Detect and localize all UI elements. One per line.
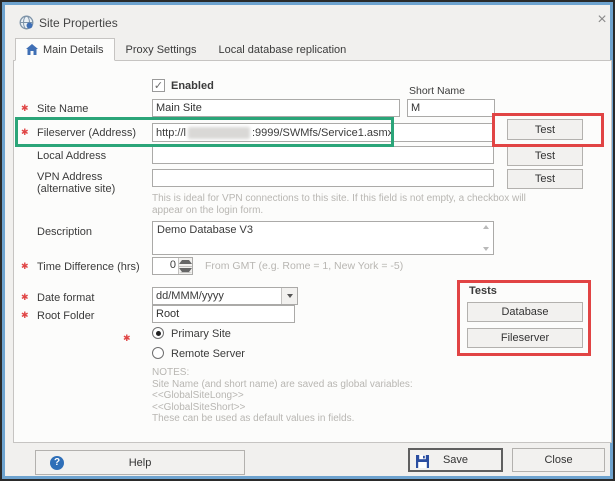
- date-format-select[interactable]: dd/MMM/yyyy: [152, 287, 298, 305]
- root-folder-label: Root Folder: [37, 310, 95, 322]
- notes-line: <<GlobalSiteLong>>: [152, 390, 244, 401]
- required-asterisk: ✱: [21, 261, 29, 271]
- site-properties-dialog: Site Properties × Main Details Proxy Set…: [2, 2, 613, 479]
- test-fileserver2-button[interactable]: Fileserver: [467, 328, 583, 348]
- scroll-up-icon[interactable]: [482, 225, 489, 229]
- dialog-title: Site Properties: [39, 16, 118, 30]
- fileserver-address-label: Fileserver (Address): [37, 127, 137, 139]
- tests-group-title: Tests: [469, 285, 497, 297]
- fileserver-address-input[interactable]: http://l :9999/SWMfs/Service1.asmx: [152, 123, 494, 142]
- combo-arrow-icon[interactable]: [281, 288, 297, 304]
- notes-text: NOTES: Site Name (and short name) are sa…: [152, 367, 413, 426]
- tab-main-details[interactable]: Main Details: [15, 38, 115, 61]
- tab-local-db-replication-label: Local database replication: [218, 43, 347, 56]
- test-fileserver-button[interactable]: Test: [507, 119, 583, 140]
- description-scrollbar[interactable]: [479, 223, 492, 253]
- time-difference-label: Time Difference (hrs): [37, 261, 140, 273]
- vpn-address-sublabel: (alternative site): [37, 183, 116, 195]
- tab-proxy-settings-label: Proxy Settings: [125, 43, 197, 56]
- local-address-input[interactable]: [152, 146, 494, 164]
- enabled-checkbox[interactable]: ✓: [152, 79, 165, 92]
- help-button-label: Help: [128, 456, 152, 469]
- required-asterisk: ✱: [21, 127, 29, 137]
- gmt-hint-text: From GMT (e.g. Rome = 1, New York = -5): [205, 260, 404, 272]
- test-local-address-button[interactable]: Test: [507, 146, 583, 166]
- local-address-label: Local Address: [37, 150, 107, 162]
- spinner-down-icon[interactable]: [179, 266, 192, 274]
- save-button[interactable]: Save: [408, 448, 503, 472]
- notes-line: <<GlobalSiteShort>>: [152, 401, 246, 413]
- help-button[interactable]: ? Help: [35, 450, 245, 475]
- tab-main-details-label: Main Details: [43, 43, 104, 56]
- time-difference-value: 0: [169, 259, 176, 271]
- site-name-input[interactable]: [152, 99, 400, 117]
- home-icon: [26, 44, 38, 55]
- site-name-label: Site Name: [37, 103, 89, 115]
- screenshot-frame: Site Properties × Main Details Proxy Set…: [0, 0, 615, 481]
- required-asterisk: ✱: [21, 292, 29, 302]
- date-format-label: Date format: [37, 292, 95, 304]
- short-name-label: Short Name: [409, 85, 466, 97]
- remote-server-radio[interactable]: [152, 347, 164, 359]
- notes-line: These can be used as default values in f…: [152, 413, 355, 424]
- test-database-button[interactable]: Database: [467, 302, 583, 322]
- vpn-address-input[interactable]: [152, 169, 494, 187]
- redacted-host-blur: [187, 126, 250, 139]
- tab-proxy-settings[interactable]: Proxy Settings: [115, 38, 208, 61]
- primary-site-label: Primary Site: [171, 328, 231, 340]
- tab-local-db-replication[interactable]: Local database replication: [207, 38, 357, 61]
- spinner-up-icon[interactable]: [179, 258, 192, 267]
- close-button[interactable]: Close: [512, 448, 605, 472]
- required-asterisk: ✱: [21, 103, 29, 113]
- description-label: Description: [37, 226, 93, 238]
- notes-line: NOTES:: [152, 367, 190, 378]
- date-format-value: dd/MMM/yyyy: [156, 290, 224, 302]
- description-textarea[interactable]: Demo Database V3: [152, 221, 494, 255]
- root-folder-input[interactable]: [152, 305, 295, 323]
- help-icon: ?: [50, 456, 64, 470]
- fileserver-url-suffix: :9999/SWMfs/Service1.asmx: [251, 126, 394, 139]
- test-vpn-button[interactable]: Test: [507, 169, 583, 189]
- save-button-label: Save: [442, 454, 469, 466]
- enabled-label: Enabled: [171, 80, 214, 92]
- vpn-help-text: This is ideal for VPN connections to thi…: [152, 193, 526, 216]
- scroll-down-icon[interactable]: [482, 247, 489, 251]
- vpn-address-label: VPN Address: [37, 171, 103, 183]
- primary-site-radio[interactable]: [152, 327, 164, 339]
- short-name-input[interactable]: [407, 99, 495, 117]
- required-asterisk: ✱: [123, 333, 131, 343]
- tab-strip: Main Details Proxy Settings Local databa…: [15, 38, 357, 61]
- remote-server-label: Remote Server: [171, 348, 245, 360]
- checkbox-check-icon: ✓: [153, 80, 164, 92]
- site-properties-icon: [19, 15, 34, 30]
- description-value: Demo Database V3: [157, 224, 253, 236]
- time-difference-stepper[interactable]: 0: [152, 257, 193, 275]
- save-icon: [416, 455, 429, 468]
- required-asterisk: ✱: [21, 310, 29, 320]
- fileserver-url-prefix: http://l: [156, 126, 186, 139]
- notes-line: Site Name (and short name) are saved as …: [152, 378, 413, 390]
- close-icon[interactable]: ×: [593, 11, 611, 29]
